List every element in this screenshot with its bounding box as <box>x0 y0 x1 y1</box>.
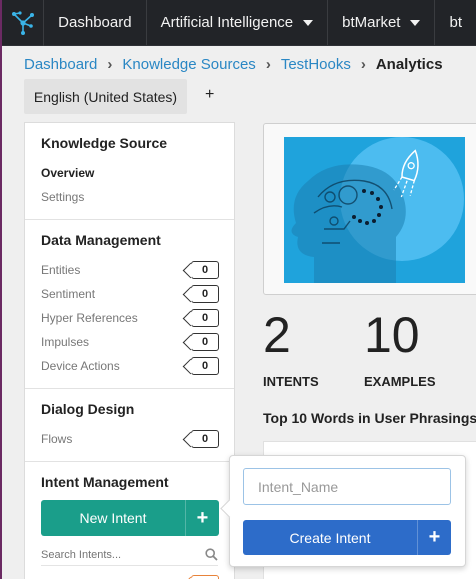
breadcrumb-separator-icon: › <box>265 56 271 73</box>
new-intent-popover: Create Intent + <box>229 455 466 567</box>
intents-stat: 2 INTENTS <box>263 310 319 389</box>
top-words-heading: Top 10 Words in User Phrasings <box>263 410 476 426</box>
sidebar-item-label: Sentiment <box>41 287 96 301</box>
sidebar-item-label: Hyper References <box>41 311 138 325</box>
intent-name-input[interactable] <box>243 468 451 505</box>
network-logo-icon <box>11 11 34 35</box>
sidebar-item-flows[interactable]: Flows 0 <box>41 427 219 451</box>
section-title: Data Management <box>41 232 161 248</box>
nav-dashboard[interactable]: Dashboard <box>44 0 147 45</box>
section-title: Intent Management <box>41 474 169 490</box>
count-badge: 0 <box>191 430 219 448</box>
count-badge: 0 <box>191 357 219 375</box>
nav-artificial-intelligence[interactable]: Artificial Intelligence <box>147 0 329 45</box>
sidebar-item-overview[interactable]: Overview <box>41 161 218 185</box>
nav-btmarket-label: btMarket <box>342 14 401 31</box>
plus-icon: + <box>185 500 219 536</box>
sidebar-item-settings[interactable]: Settings <box>41 185 218 209</box>
count-badge: 0 <box>191 285 219 303</box>
add-language-button[interactable]: + <box>205 86 214 104</box>
top-navbar: Dashboard Artificial Intelligence btMark… <box>2 0 476 46</box>
section-intent-management: Intent Management New Intent + hook 5 <box>25 462 234 579</box>
sidebar-item-impulses[interactable]: Impulses 0 <box>41 330 219 354</box>
intents-count: 2 <box>263 307 291 363</box>
plus-icon: + <box>417 520 451 555</box>
search-icon[interactable] <box>205 548 218 561</box>
tab-language-label: English (United States) <box>33 88 178 105</box>
examples-stat: 10 EXAMPLES <box>364 310 436 389</box>
count-badge: 0 <box>191 333 219 351</box>
section-title: Knowledge Source <box>41 135 168 151</box>
search-intents-input[interactable] <box>41 548 191 561</box>
nav-bt-label: bt <box>449 14 462 31</box>
sidebar-item-entities[interactable]: Entities 0 <box>41 258 219 282</box>
section-data-management: Data Management Entities 0 Sentiment 0 H… <box>25 220 234 389</box>
sidebar-item-hyper-references[interactable]: Hyper References 0 <box>41 306 219 330</box>
new-intent-button[interactable]: New Intent + <box>41 500 219 536</box>
breadcrumb: Dashboard › Knowledge Sources › TestHook… <box>24 56 443 73</box>
sidebar-item-label: Entities <box>41 263 81 277</box>
breadcrumb-separator-icon: › <box>360 56 366 73</box>
breadcrumb-current: Analytics <box>375 56 443 73</box>
create-intent-label: Create Intent <box>289 529 371 546</box>
chevron-down-icon <box>410 19 421 26</box>
section-dialog-design: Dialog Design Flows 0 <box>25 389 234 462</box>
chevron-down-icon <box>303 19 314 26</box>
knowledge-source-card <box>263 123 476 295</box>
sidebar-item-sentiment[interactable]: Sentiment 0 <box>41 282 219 306</box>
section-knowledge-source: Knowledge Source Overview Settings <box>25 123 234 220</box>
nav-bt[interactable]: bt <box>435 0 476 45</box>
count-badge: 0 <box>191 309 219 327</box>
intent-search <box>41 548 218 566</box>
nav-ai-label: Artificial Intelligence <box>160 14 294 31</box>
breadcrumb-knowledge-sources[interactable]: Knowledge Sources <box>122 56 255 73</box>
sidebar-item-device-actions[interactable]: Device Actions 0 <box>41 354 219 378</box>
new-intent-label: New Intent <box>79 510 147 526</box>
breadcrumb-testhooks[interactable]: TestHooks <box>281 56 351 73</box>
examples-count: 10 <box>364 307 420 363</box>
tab-language-english[interactable]: English (United States) <box>24 79 187 114</box>
breadcrumb-separator-icon: › <box>107 56 113 73</box>
sidebar-item-label: Flows <box>41 432 73 446</box>
logo-button[interactable] <box>2 0 45 46</box>
section-title: Dialog Design <box>41 401 135 417</box>
examples-label: EXAMPLES <box>364 374 436 389</box>
ai-head-rocket-illustration <box>284 137 465 283</box>
count-badge: 0 <box>191 261 219 279</box>
count-badge: 5 <box>191 575 219 579</box>
sidebar-item-intent-hook[interactable]: hook 5 <box>41 572 219 579</box>
intents-label: INTENTS <box>263 374 319 389</box>
sidebar-item-label: Device Actions <box>41 359 120 373</box>
nav-dashboard-label: Dashboard <box>58 14 132 31</box>
sidebar-item-label: Impulses <box>41 335 90 349</box>
breadcrumb-dashboard[interactable]: Dashboard <box>24 56 97 73</box>
nav-btmarket[interactable]: btMarket <box>328 0 436 45</box>
sidebar: Knowledge Source Overview Settings Data … <box>24 122 235 579</box>
create-intent-button[interactable]: Create Intent + <box>243 520 451 555</box>
